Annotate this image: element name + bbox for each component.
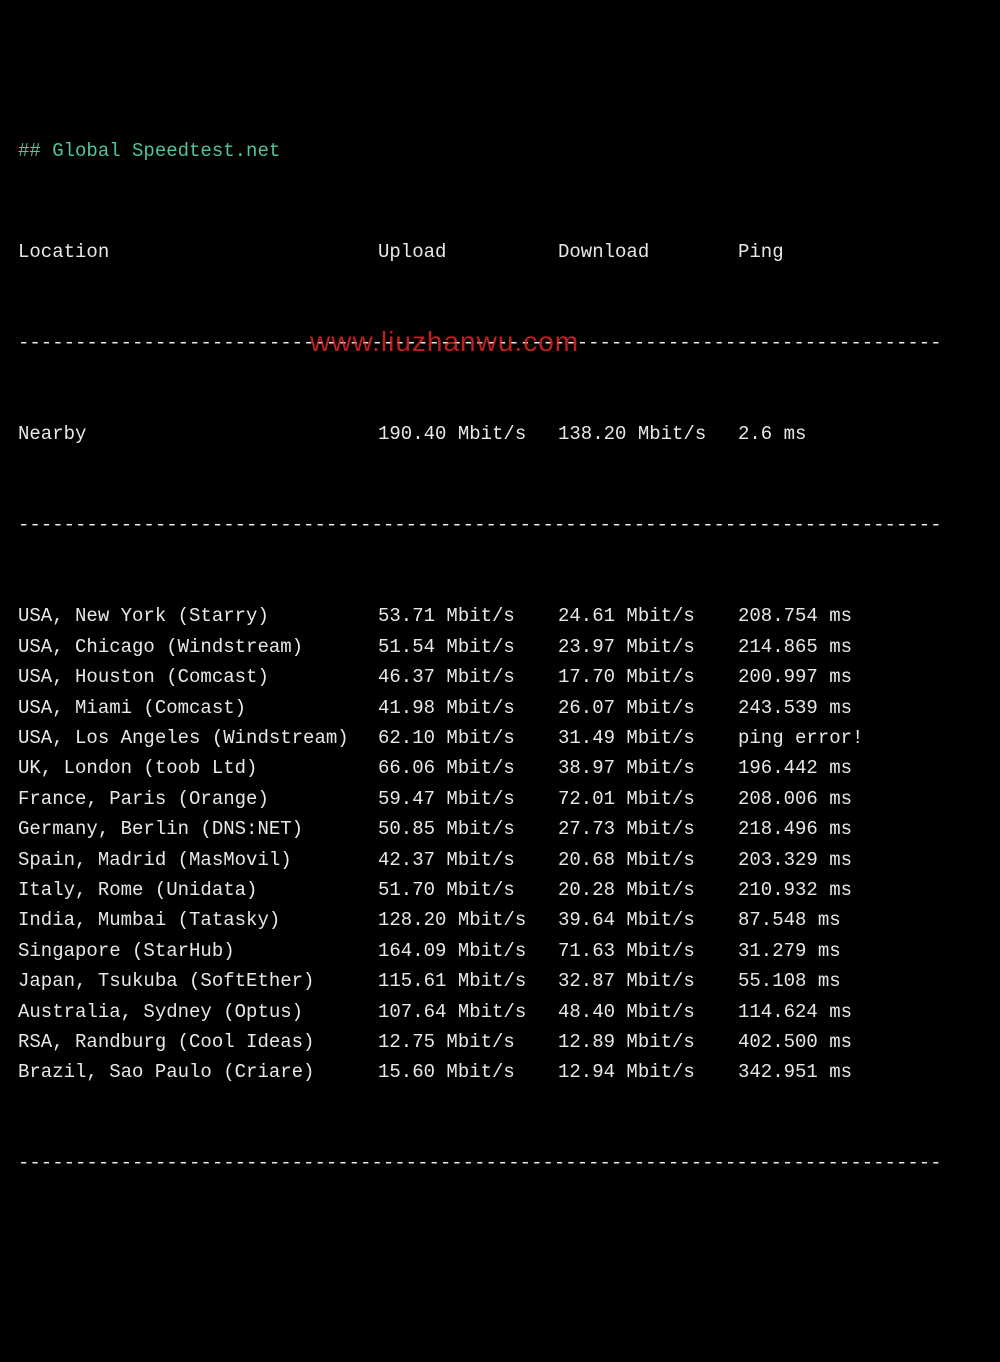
cell-download: 27.73 Mbit/s (558, 814, 738, 844)
cell-location: Brazil, Sao Paulo (Criare) (18, 1057, 378, 1087)
cell-download: 23.97 Mbit/s (558, 632, 738, 662)
cell-location: USA, Miami (Comcast) (18, 693, 378, 723)
cell-upload: 51.70 Mbit/s (378, 875, 558, 905)
table-row: Japan, Tsukuba (SoftEther)115.61 Mbit/s3… (18, 966, 982, 996)
cell-upload: 15.60 Mbit/s (378, 1057, 558, 1087)
table-row: Spain, Madrid (MasMovil)42.37 Mbit/s20.6… (18, 845, 982, 875)
cell-ping: 342.951 ms (738, 1057, 982, 1087)
cell-ping: 218.496 ms (738, 814, 982, 844)
divider-line: ----------------------------------------… (18, 1148, 982, 1178)
cell-ping: 31.279 ms (738, 936, 982, 966)
cell-ping: 114.624 ms (738, 997, 982, 1027)
cell-download: 31.49 Mbit/s (558, 723, 738, 753)
cell-location: USA, Los Angeles (Windstream) (18, 723, 378, 753)
table-row: USA, Miami (Comcast)41.98 Mbit/s26.07 Mb… (18, 693, 982, 723)
cell-download: 17.70 Mbit/s (558, 662, 738, 692)
table-row: India, Mumbai (Tatasky)128.20 Mbit/s39.6… (18, 905, 982, 935)
cell-download: 32.87 Mbit/s (558, 966, 738, 996)
table-row: Australia, Sydney (Optus)107.64 Mbit/s48… (18, 997, 982, 1027)
nearby-row: Nearby 190.40 Mbit/s 138.20 Mbit/s 2.6 m… (18, 419, 982, 449)
table-row: Singapore (StarHub)164.09 Mbit/s71.63 Mb… (18, 936, 982, 966)
cell-location: USA, Chicago (Windstream) (18, 632, 378, 662)
table-row: USA, Houston (Comcast)46.37 Mbit/s17.70 … (18, 662, 982, 692)
table-row: Brazil, Sao Paulo (Criare)15.60 Mbit/s12… (18, 1057, 982, 1087)
cell-location: UK, London (toob Ltd) (18, 753, 378, 783)
cell-ping: 87.548 ms (738, 905, 982, 935)
cell-location: India, Mumbai (Tatasky) (18, 905, 378, 935)
cell-ping: 203.329 ms (738, 845, 982, 875)
cell-upload: 107.64 Mbit/s (378, 997, 558, 1027)
col-header-location: Location (18, 237, 378, 267)
cell-upload: 50.85 Mbit/s (378, 814, 558, 844)
section-title: ## Global Speedtest.net (18, 136, 982, 166)
cell-download: 26.07 Mbit/s (558, 693, 738, 723)
cell-ping: 210.932 ms (738, 875, 982, 905)
table-row: Germany, Berlin (DNS:NET)50.85 Mbit/s27.… (18, 814, 982, 844)
cell-location: Spain, Madrid (MasMovil) (18, 845, 378, 875)
cell-upload: 12.75 Mbit/s (378, 1027, 558, 1057)
nearby-ping: 2.6 ms (738, 419, 982, 449)
table-row: Italy, Rome (Unidata)51.70 Mbit/s20.28 M… (18, 875, 982, 905)
cell-ping: ping error! (738, 723, 982, 753)
divider-line: ----------------------------------------… (18, 510, 982, 540)
cell-download: 71.63 Mbit/s (558, 936, 738, 966)
cell-upload: 51.54 Mbit/s (378, 632, 558, 662)
cell-location: Australia, Sydney (Optus) (18, 997, 378, 1027)
cell-upload: 128.20 Mbit/s (378, 905, 558, 935)
cell-upload: 62.10 Mbit/s (378, 723, 558, 753)
cell-ping: 214.865 ms (738, 632, 982, 662)
cell-ping: 208.754 ms (738, 601, 982, 631)
cell-download: 72.01 Mbit/s (558, 784, 738, 814)
cell-download: 12.94 Mbit/s (558, 1057, 738, 1087)
nearby-upload: 190.40 Mbit/s (378, 419, 558, 449)
col-header-upload: Upload (378, 237, 558, 267)
table-row: RSA, Randburg (Cool Ideas)12.75 Mbit/s12… (18, 1027, 982, 1057)
table-row: USA, New York (Starry)53.71 Mbit/s24.61 … (18, 601, 982, 631)
cell-download: 39.64 Mbit/s (558, 905, 738, 935)
table-row: USA, Los Angeles (Windstream)62.10 Mbit/… (18, 723, 982, 753)
cell-ping: 55.108 ms (738, 966, 982, 996)
cell-download: 38.97 Mbit/s (558, 753, 738, 783)
cell-upload: 46.37 Mbit/s (378, 662, 558, 692)
cell-download: 20.28 Mbit/s (558, 875, 738, 905)
nearby-download: 138.20 Mbit/s (558, 419, 738, 449)
cell-download: 48.40 Mbit/s (558, 997, 738, 1027)
cell-download: 20.68 Mbit/s (558, 845, 738, 875)
cell-upload: 42.37 Mbit/s (378, 845, 558, 875)
cell-location: Japan, Tsukuba (SoftEther) (18, 966, 378, 996)
speedtest-rows: USA, New York (Starry)53.71 Mbit/s24.61 … (18, 601, 982, 1087)
cell-location: RSA, Randburg (Cool Ideas) (18, 1027, 378, 1057)
cell-location: Germany, Berlin (DNS:NET) (18, 814, 378, 844)
col-header-ping: Ping (738, 237, 982, 267)
divider-line: ----------------------------------------… (18, 328, 982, 358)
col-header-download: Download (558, 237, 738, 267)
table-row: USA, Chicago (Windstream)51.54 Mbit/s23.… (18, 632, 982, 662)
cell-upload: 115.61 Mbit/s (378, 966, 558, 996)
cell-ping: 208.006 ms (738, 784, 982, 814)
cell-upload: 41.98 Mbit/s (378, 693, 558, 723)
cell-upload: 53.71 Mbit/s (378, 601, 558, 631)
cell-ping: 196.442 ms (738, 753, 982, 783)
cell-upload: 59.47 Mbit/s (378, 784, 558, 814)
cell-download: 24.61 Mbit/s (558, 601, 738, 631)
cell-location: France, Paris (Orange) (18, 784, 378, 814)
cell-upload: 66.06 Mbit/s (378, 753, 558, 783)
cell-ping: 243.539 ms (738, 693, 982, 723)
cell-location: USA, New York (Starry) (18, 601, 378, 631)
cell-upload: 164.09 Mbit/s (378, 936, 558, 966)
nearby-location: Nearby (18, 419, 378, 449)
table-row: France, Paris (Orange)59.47 Mbit/s72.01 … (18, 784, 982, 814)
cell-ping: 200.997 ms (738, 662, 982, 692)
table-row: UK, London (toob Ltd)66.06 Mbit/s38.97 M… (18, 753, 982, 783)
cell-location: Italy, Rome (Unidata) (18, 875, 378, 905)
cell-location: Singapore (StarHub) (18, 936, 378, 966)
cell-download: 12.89 Mbit/s (558, 1027, 738, 1057)
cell-location: USA, Houston (Comcast) (18, 662, 378, 692)
cell-ping: 402.500 ms (738, 1027, 982, 1057)
table-header-row: Location Upload Download Ping (18, 237, 982, 267)
